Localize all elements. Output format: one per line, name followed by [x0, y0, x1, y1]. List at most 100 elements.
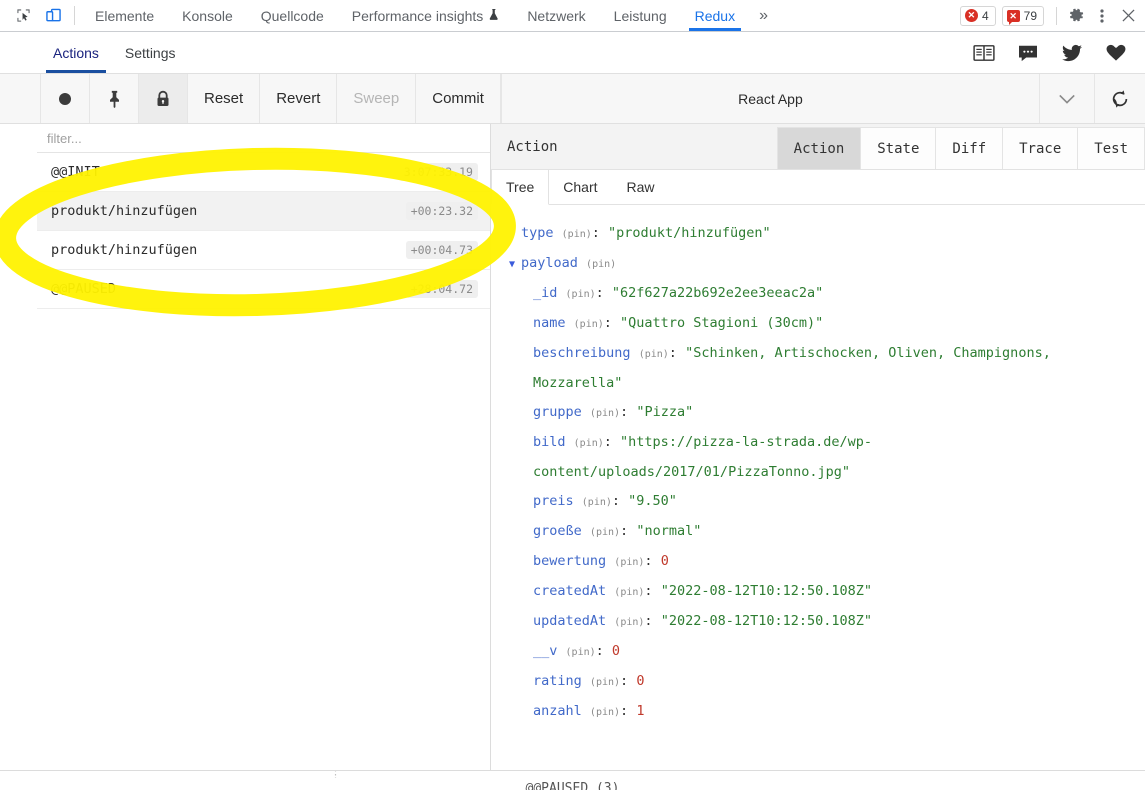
- pin-label[interactable]: (pin): [614, 557, 644, 568]
- subtab-chart[interactable]: Chart: [549, 170, 612, 204]
- pin-label[interactable]: (pin): [566, 289, 596, 300]
- tree-row[interactable]: anzahl (pin): 1: [509, 697, 1145, 727]
- tree-row[interactable]: groeße (pin): "normal": [509, 517, 1145, 547]
- subtab-raw[interactable]: Raw: [613, 170, 670, 204]
- twitter-icon[interactable]: [1061, 44, 1083, 62]
- tree-row[interactable]: rating (pin): 0: [509, 667, 1145, 697]
- issues-count: 79: [1023, 8, 1037, 23]
- resize-grip[interactable]: ⋮⋮: [330, 771, 344, 778]
- docs-book-icon[interactable]: [973, 44, 995, 62]
- tab-redux[interactable]: Redux: [681, 0, 749, 31]
- close-icon[interactable]: [1115, 3, 1141, 29]
- colon: :: [620, 673, 629, 689]
- devtools-tabs: Elemente Konsole Quellcode Performance i…: [81, 0, 749, 31]
- tab-actions[interactable]: Actions: [40, 32, 112, 73]
- tree-row[interactable]: name (pin): "Quattro Stagioni (30cm)": [509, 309, 1145, 339]
- tab-settings[interactable]: Settings: [112, 32, 189, 73]
- inspect-cursor-icon[interactable]: [8, 0, 38, 31]
- tab-performance-insights[interactable]: Performance insights: [338, 0, 514, 31]
- tree-row-payload[interactable]: ▼ payload (pin): [509, 249, 1145, 279]
- tree-row[interactable]: updatedAt (pin): "2022-08-12T10:12:50.10…: [509, 607, 1145, 637]
- tab-action[interactable]: Action: [776, 127, 862, 169]
- heart-icon[interactable]: [1105, 44, 1127, 62]
- pin-label[interactable]: (pin): [590, 677, 620, 688]
- tree-row[interactable]: bild (pin): "https://pizza-la-strada.de/…: [509, 428, 1145, 487]
- filter-input[interactable]: [45, 129, 450, 147]
- tree-row[interactable]: createdAt (pin): "2022-08-12T10:12:50.10…: [509, 577, 1145, 607]
- tree-value: 0: [660, 553, 669, 569]
- pin-label[interactable]: (pin): [590, 527, 620, 538]
- tree-row[interactable]: _id (pin): "62f627a22b692e2ee3eeac2a": [509, 279, 1145, 309]
- tree-key: createdAt: [533, 583, 607, 599]
- redux-toolbar: Reset Revert Sweep Commit React App: [0, 74, 1145, 124]
- pin-label[interactable]: (pin): [614, 587, 644, 598]
- lock-icon[interactable]: [139, 74, 188, 123]
- subtab-tree[interactable]: Tree: [491, 170, 550, 205]
- action-tree: type (pin): "produkt/hinzufügen" ▼ payloa…: [491, 205, 1145, 770]
- tree-row[interactable]: bewertung (pin): 0: [509, 547, 1145, 577]
- tree-key: __v: [533, 643, 558, 659]
- inspector-panel: Action Action State Diff Trace Test Tree…: [491, 124, 1145, 770]
- pin-label[interactable]: (pin): [590, 707, 620, 718]
- more-options-icon[interactable]: [1089, 3, 1115, 29]
- subtab-label: Chart: [563, 179, 598, 195]
- tree-row[interactable]: preis (pin): "9.50": [509, 487, 1145, 517]
- action-type: @@PAUSED: [51, 281, 117, 297]
- tree-key: type: [521, 225, 554, 241]
- pin-label[interactable]: (pin): [639, 349, 669, 360]
- tab-konsole[interactable]: Konsole: [168, 0, 247, 31]
- settings-gear-icon[interactable]: [1063, 3, 1089, 29]
- tree-row-type[interactable]: type (pin): "produkt/hinzufügen": [509, 219, 1145, 249]
- colon: :: [595, 643, 604, 659]
- tree-value: 1: [636, 703, 645, 719]
- tab-elemente[interactable]: Elemente: [81, 0, 168, 31]
- list-item[interactable]: @@PAUSED +28:04.72: [37, 270, 490, 309]
- divider: [1056, 6, 1057, 25]
- chevron-down-icon[interactable]: [1040, 74, 1095, 123]
- pin-label[interactable]: (pin): [574, 319, 604, 330]
- tab-quellcode[interactable]: Quellcode: [247, 0, 338, 31]
- tab-label: Leistung: [613, 7, 667, 24]
- commit-button[interactable]: Commit: [416, 74, 501, 123]
- instance-selector[interactable]: React App: [500, 74, 1040, 123]
- reset-button[interactable]: Reset: [188, 74, 261, 123]
- issue-icon: ✕: [1006, 9, 1020, 25]
- devtools-topbar-right: ✕ 4 ✕ 79: [959, 0, 1145, 31]
- list-item[interactable]: produkt/hinzufügen +00:04.73: [37, 231, 490, 270]
- pin-label[interactable]: (pin): [586, 259, 616, 270]
- more-tabs-button[interactable]: »: [749, 0, 778, 31]
- list-item[interactable]: produkt/hinzufügen +00:23.32: [37, 192, 490, 231]
- chat-bubble-icon[interactable]: [1017, 44, 1039, 62]
- pin-label[interactable]: (pin): [574, 438, 604, 449]
- error-count-badge[interactable]: ✕ 4: [959, 5, 996, 26]
- device-toolbar-icon[interactable]: [38, 0, 68, 31]
- action-timestamp: +28:04.72: [405, 280, 478, 298]
- pin-label[interactable]: (pin): [614, 617, 644, 628]
- revert-button[interactable]: Revert: [260, 74, 338, 123]
- tree-row[interactable]: beschreibung (pin): "Schinken, Artischoc…: [509, 339, 1145, 398]
- tree-value: "62f627a22b692e2ee3eeac2a": [611, 285, 824, 301]
- pin-icon[interactable]: [90, 74, 139, 123]
- tab-test[interactable]: Test: [1077, 127, 1145, 169]
- tree-row[interactable]: __v (pin): 0: [509, 637, 1145, 667]
- issues-count-badge[interactable]: ✕ 79: [1001, 5, 1044, 26]
- tab-leistung[interactable]: Leistung: [600, 0, 681, 31]
- tab-state[interactable]: State: [860, 127, 937, 169]
- pin-label[interactable]: (pin): [562, 229, 592, 240]
- tree-row[interactable]: gruppe (pin): "Pizza": [509, 398, 1145, 428]
- action-type: produkt/hinzufügen: [51, 242, 198, 258]
- tab-label: Test: [1094, 140, 1128, 157]
- tab-netzwerk[interactable]: Netzwerk: [513, 0, 599, 31]
- pin-label[interactable]: (pin): [582, 497, 612, 508]
- tab-diff[interactable]: Diff: [935, 127, 1004, 169]
- tab-trace[interactable]: Trace: [1002, 127, 1079, 169]
- refresh-icon[interactable]: [1095, 74, 1145, 123]
- pin-label[interactable]: (pin): [566, 647, 596, 658]
- tree-key: bild: [533, 434, 566, 450]
- list-item[interactable]: @@INIT 3:07:33.19: [37, 153, 490, 192]
- chevron-down-icon[interactable]: ▼: [509, 250, 521, 279]
- tab-label: Diff: [952, 140, 987, 157]
- pin-label[interactable]: (pin): [590, 408, 620, 419]
- record-dot-icon[interactable]: [40, 74, 90, 123]
- action-type: @@INIT: [51, 164, 100, 180]
